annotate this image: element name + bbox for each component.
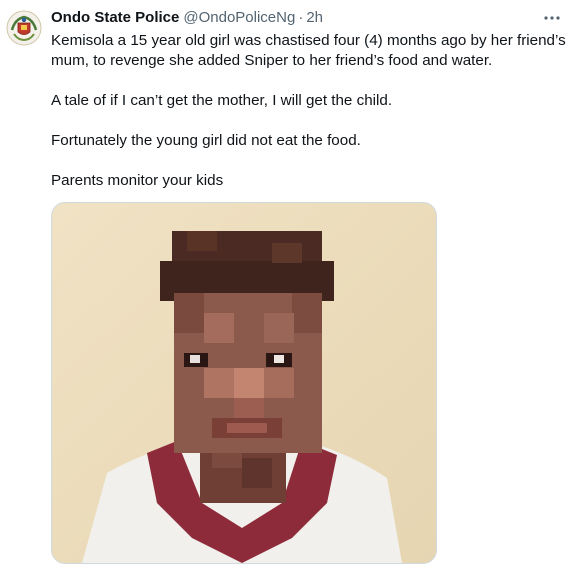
tweet-paragraph: Kemisola a 15 year old girl was chastise… <box>51 32 570 69</box>
tweet[interactable]: Ondo State Police @OndoPoliceNg · 2h Kem… <box>0 0 570 564</box>
separator-dot: · <box>298 8 304 26</box>
tweet-photo[interactable] <box>51 202 437 564</box>
police-crest-icon <box>6 10 42 46</box>
more-options-icon <box>544 16 560 20</box>
timestamp[interactable]: 2h <box>306 9 323 26</box>
tweet-paragraph: A tale of if I can’t get the mother, I w… <box>51 92 393 109</box>
tweet-text: Kemisola a 15 year old girl was chastise… <box>51 31 567 211</box>
tweet-paragraph: Parents monitor your kids <box>51 172 224 189</box>
pixelated-portrait-image <box>52 203 436 563</box>
tweet-header: Ondo State Police @OndoPoliceNg · 2h <box>51 6 540 28</box>
avatar[interactable] <box>6 10 42 46</box>
author-handle[interactable]: @OndoPoliceNg <box>183 9 295 26</box>
tweet-paragraph: Fortunately the young girl did not eat t… <box>51 132 361 149</box>
author-name[interactable]: Ondo State Police <box>51 9 179 26</box>
more-options-button[interactable] <box>542 8 562 28</box>
